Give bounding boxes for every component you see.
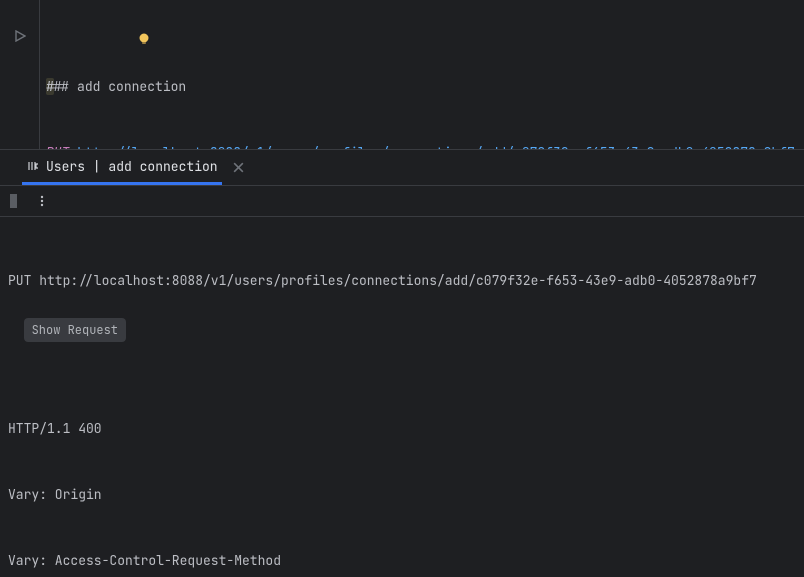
more-actions-icon[interactable] bbox=[35, 194, 49, 208]
http-request-editor: #### add connection PUT http://localhost… bbox=[0, 0, 804, 150]
response-line: Vary: Access-Control-Request-Method bbox=[8, 550, 796, 572]
tab-title: Users | add connection bbox=[46, 158, 218, 175]
intention-bulb-icon[interactable] bbox=[90, 9, 151, 75]
response-body: HTTP/1.1 400 Vary: Origin Vary: Access-C… bbox=[8, 374, 796, 577]
close-tab-icon[interactable] bbox=[232, 161, 245, 174]
http-method: PUT bbox=[46, 144, 69, 149]
request-line: PUT http://localhost:8088/v1/users/profi… bbox=[46, 142, 804, 149]
comment-hash: ### bbox=[46, 78, 69, 95]
http-client-icon bbox=[26, 159, 40, 173]
response-line: HTTP/1.1 400 bbox=[8, 418, 796, 440]
response-line: Vary: Origin bbox=[8, 484, 796, 506]
response-pane: PUT http://localhost:8088/v1/users/profi… bbox=[0, 217, 804, 577]
show-request-button[interactable]: Show Request bbox=[24, 318, 126, 342]
request-url[interactable]: http://localhost:8088/v1/users/profiles/… bbox=[77, 144, 795, 149]
comment-text: add connection bbox=[69, 78, 186, 95]
run-request-icon[interactable] bbox=[14, 30, 26, 42]
response-toolbar bbox=[0, 186, 804, 217]
editor-gutter bbox=[0, 0, 40, 149]
request-comment-line: #### add connection bbox=[46, 76, 804, 98]
response-request-line: PUT http://localhost:8088/v1/users/profi… bbox=[8, 270, 796, 292]
services-tab-strip: Users | add connection bbox=[0, 150, 804, 186]
tab-add-connection[interactable]: Users | add connection bbox=[22, 150, 222, 185]
panel-toggle-button[interactable] bbox=[10, 194, 17, 208]
code-area[interactable]: #### add connection PUT http://localhost… bbox=[40, 0, 804, 149]
